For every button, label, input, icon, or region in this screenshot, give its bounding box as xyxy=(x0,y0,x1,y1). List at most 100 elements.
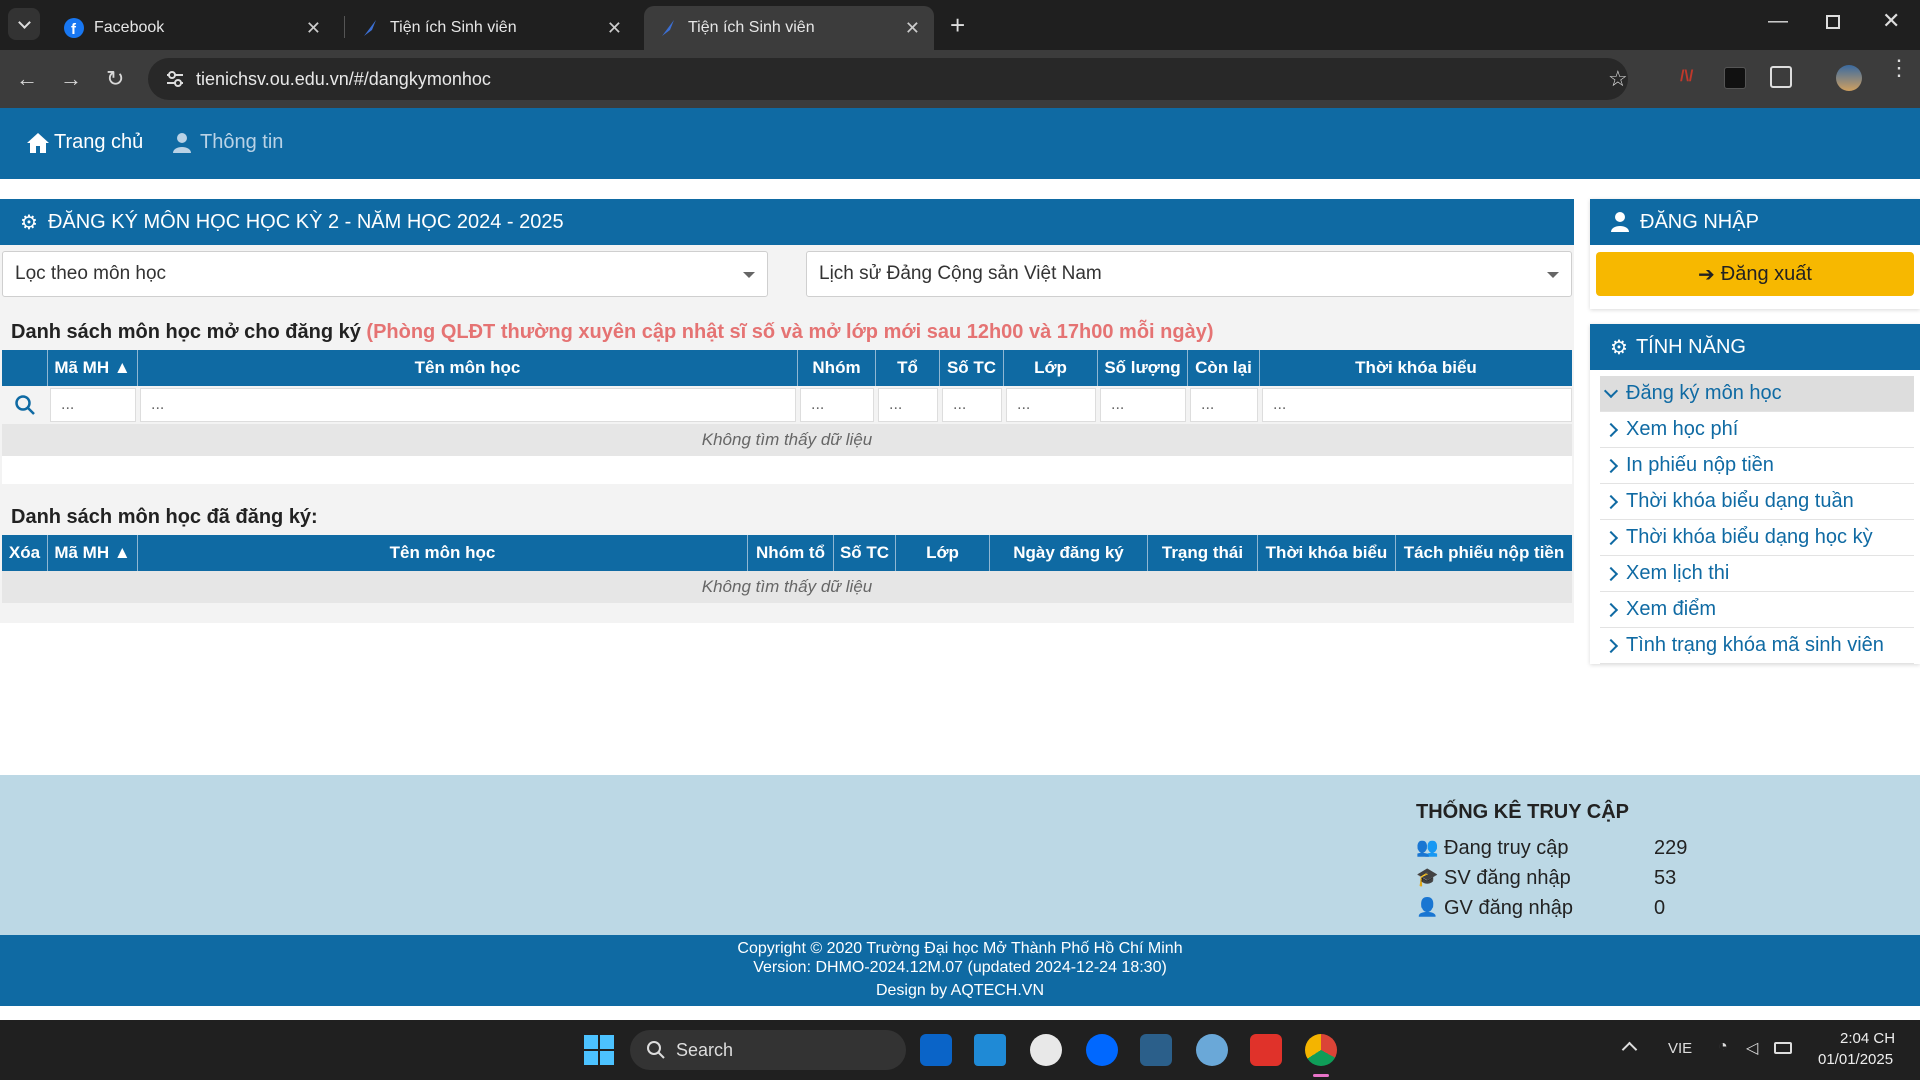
logout-button[interactable]: ➔ Đăng xuất xyxy=(1596,252,1914,296)
open-courses-title: Danh sách môn học mở cho đăng ký (Phòng … xyxy=(11,321,1214,343)
col-ten-mon-hoc[interactable]: Tên môn học xyxy=(138,535,748,571)
filter-to[interactable]: ... xyxy=(878,388,938,422)
registered-courses-empty: Không tìm thấy dữ liệu xyxy=(2,571,1572,603)
address-bar[interactable]: tienichsv.ou.edu.vn/#/dangkymonhoc ☆ xyxy=(148,58,1628,100)
chrome-icon[interactable] xyxy=(1305,1034,1337,1066)
filter-thoi-khoa-bieu[interactable]: ... xyxy=(1262,388,1572,422)
col-ma-mh[interactable]: Mã MH ▲ xyxy=(48,350,138,386)
filter-ten-mon-hoc[interactable]: ... xyxy=(140,388,796,422)
feature-dang-ky-mon-hoc[interactable]: Đăng ký môn học xyxy=(1600,376,1914,412)
filter-nhom[interactable]: ... xyxy=(800,388,874,422)
close-window-button[interactable]: ✕ xyxy=(1882,8,1900,34)
extension-icon[interactable] xyxy=(1724,67,1746,89)
clock-date[interactable]: 01/01/2025 xyxy=(1818,1051,1893,1068)
puzzle-icon[interactable] xyxy=(1770,66,1792,88)
chevron-right-icon xyxy=(1603,422,1619,437)
col-nhom-to[interactable]: Nhóm tổ xyxy=(748,535,834,571)
stats-title: THỐNG KÊ TRUY CẬP xyxy=(1416,801,1629,823)
tab-facebook[interactable]: f Facebook ✕ xyxy=(50,6,335,50)
taskbar-search[interactable]: Search xyxy=(630,1030,906,1070)
user-icon xyxy=(1611,212,1629,232)
col-con-lai[interactable]: Còn lại xyxy=(1188,350,1260,386)
caret-down-icon xyxy=(1547,272,1559,278)
col-ma-mh[interactable]: Mã MH ▲ xyxy=(48,535,138,571)
col-to[interactable]: Tổ xyxy=(876,350,940,386)
nav-home[interactable]: Trang chủ xyxy=(26,131,143,154)
vscode-icon[interactable] xyxy=(974,1034,1006,1066)
feature-tkb-hoc-ky[interactable]: Thời khóa biểu dạng học kỳ xyxy=(1600,520,1914,556)
teacher-icon: 👤 xyxy=(1416,897,1439,917)
user-icon xyxy=(173,132,191,153)
filter-ma-mh[interactable]: ... xyxy=(50,388,136,422)
close-icon[interactable]: ✕ xyxy=(905,18,920,39)
menu-icon[interactable]: ⋮ xyxy=(1888,57,1910,79)
feature-xem-diem[interactable]: Xem điểm xyxy=(1600,592,1914,628)
back-button[interactable]: ← xyxy=(16,67,38,91)
battery-icon[interactable] xyxy=(1774,1042,1792,1054)
chevron-right-icon xyxy=(1603,638,1619,653)
col-thoi-khoa-bieu[interactable]: Thời khóa biểu xyxy=(1258,535,1396,571)
subject-filter-value: Lọc theo môn học xyxy=(15,263,167,284)
filter-con-lai[interactable]: ... xyxy=(1190,388,1258,422)
wifi-icon[interactable]: ◔ xyxy=(1718,1038,1728,1056)
close-icon[interactable]: ✕ xyxy=(607,18,622,39)
clock-time[interactable]: 2:04 CH xyxy=(1840,1030,1895,1047)
chevron-down-icon xyxy=(17,15,31,29)
col-so-luong[interactable]: Số lượng xyxy=(1098,350,1188,386)
paint-icon[interactable] xyxy=(1196,1034,1228,1066)
star-icon[interactable]: ☆ xyxy=(1608,66,1628,92)
wps-icon[interactable] xyxy=(1250,1034,1282,1066)
registration-header: ⚙ ĐĂNG KÝ MÔN HỌC HỌC KỲ 2 - NĂM HỌC 202… xyxy=(0,199,1574,245)
col-lop[interactable]: Lớp xyxy=(896,535,990,571)
col-lop[interactable]: Lớp xyxy=(1004,350,1098,386)
col-so-tc[interactable]: Số TC xyxy=(940,350,1004,386)
windows-start-icon[interactable] xyxy=(584,1035,614,1065)
new-tab-button[interactable]: + xyxy=(950,10,965,41)
stats-value: 0 xyxy=(1654,897,1666,919)
search-icon[interactable] xyxy=(14,394,36,421)
chevron-right-icon xyxy=(1603,530,1619,545)
col-nhom[interactable]: Nhóm xyxy=(798,350,876,386)
subject-filter-select[interactable]: Lọc theo môn học xyxy=(2,251,768,297)
outlook-icon[interactable] xyxy=(920,1034,952,1066)
col-ngay-dang-ky[interactable]: Ngày đăng ký xyxy=(990,535,1148,571)
tab-tienich-2[interactable]: Tiện ích Sinh viên ✕ xyxy=(644,6,934,50)
logout-label: Đăng xuất xyxy=(1720,262,1812,285)
feature-xem-hoc-phi[interactable]: Xem học phí xyxy=(1600,412,1914,448)
col-trang-thai[interactable]: Trạng thái xyxy=(1148,535,1258,571)
course-select[interactable]: Lịch sử Đảng Cộng sản Việt Nam xyxy=(806,251,1572,297)
site-info-icon[interactable] xyxy=(164,68,186,90)
reload-button[interactable]: ↻ xyxy=(106,67,124,91)
zalo-icon[interactable] xyxy=(1086,1034,1118,1066)
volume-icon[interactable]: ◁ xyxy=(1746,1038,1758,1058)
minimize-button[interactable]: — xyxy=(1768,10,1788,33)
col-ten-mon-hoc[interactable]: Tên môn học xyxy=(138,350,798,386)
language-indicator[interactable]: VIE xyxy=(1668,1040,1692,1057)
nav-info[interactable]: Thông tin xyxy=(172,131,283,154)
stats-label: SV đăng nhập xyxy=(1444,867,1571,889)
avatar[interactable] xyxy=(1836,65,1862,91)
filter-lop[interactable]: ... xyxy=(1006,388,1096,422)
close-icon[interactable]: ✕ xyxy=(306,18,321,39)
mysql-workbench-icon[interactable] xyxy=(1140,1034,1172,1066)
filter-so-tc[interactable]: ... xyxy=(942,388,1002,422)
restore-button[interactable] xyxy=(1826,15,1840,29)
tab-tienich-1[interactable]: Tiện ích Sinh viên ✕ xyxy=(346,6,636,50)
col-thoi-khoa-bieu[interactable]: Thời khóa biểu xyxy=(1260,350,1572,386)
mongodb-icon[interactable] xyxy=(1030,1034,1062,1066)
users-icon: 👥 xyxy=(1416,837,1439,857)
forward-button[interactable]: → xyxy=(60,67,82,91)
filter-so-luong[interactable]: ... xyxy=(1100,388,1186,422)
top-nav: Trang chủ Thông tin xyxy=(0,108,1920,179)
footer: Copyright © 2020 Trường Đại học Mở Thành… xyxy=(0,935,1920,1006)
extension-icon[interactable]: /\/ xyxy=(1680,68,1702,90)
feature-in-phieu-nop-tien[interactable]: In phiếu nộp tiền xyxy=(1600,448,1914,484)
chevron-up-icon[interactable] xyxy=(1621,1041,1638,1058)
tab-search-button[interactable] xyxy=(8,8,40,40)
feature-xem-lich-thi[interactable]: Xem lịch thi xyxy=(1600,556,1914,592)
col-so-tc[interactable]: Số TC xyxy=(834,535,896,571)
col-tach-phieu[interactable]: Tách phiếu nộp tiền xyxy=(1396,535,1572,571)
feature-tkb-tuan[interactable]: Thời khóa biểu dạng tuần xyxy=(1600,484,1914,520)
feature-tinh-trang-khoa[interactable]: Tình trạng khóa mã sinh viên xyxy=(1600,628,1914,664)
access-stats: THỐNG KÊ TRUY CẬP 👥 Đang truy cập 229 🎓 … xyxy=(0,775,1920,935)
